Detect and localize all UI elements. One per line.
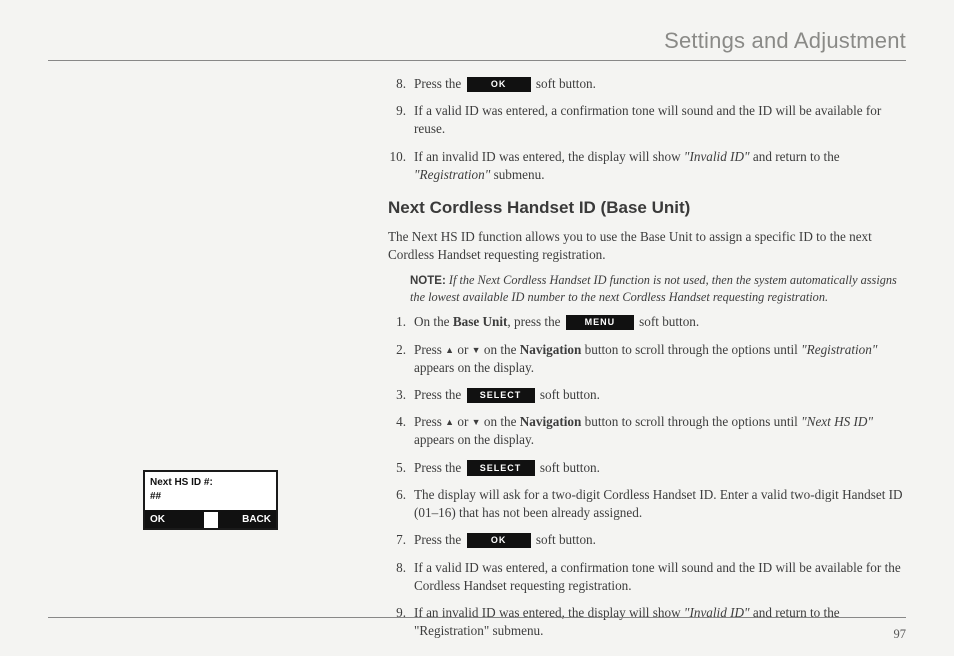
text: , press the — [507, 314, 563, 329]
step-9: 9. If a valid ID was entered, a confirma… — [388, 102, 906, 138]
text: soft button. — [537, 460, 600, 475]
select-soft-button-icon: SELECT — [467, 388, 535, 403]
step-text: Press ▲ or ▼ on the Navigation button to… — [414, 413, 906, 449]
text: on the — [481, 342, 520, 357]
text-bold: Navigation — [520, 342, 582, 357]
step-number: 8. — [388, 75, 414, 93]
step-number: 9. — [388, 604, 414, 640]
step-number: 6. — [388, 486, 414, 522]
step-5: 5. Press the SELECT soft button. — [388, 459, 906, 477]
step-1: 1. On the Base Unit, press the MENU soft… — [388, 313, 906, 331]
text: submenu. — [490, 167, 544, 182]
lcd-back-label: BACK — [218, 512, 277, 528]
step-8: 8. Press the OK soft button. — [388, 75, 906, 93]
ok-soft-button-icon: OK — [467, 77, 531, 92]
down-arrow-icon: ▼ — [472, 417, 481, 427]
text-italic: "Next HS ID" — [801, 414, 873, 429]
step-number: 9. — [388, 102, 414, 138]
step-text: On the Base Unit, press the MENU soft bu… — [414, 313, 906, 331]
step-number: 7. — [388, 531, 414, 549]
step-2: 2. Press ▲ or ▼ on the Navigation button… — [388, 341, 906, 377]
lcd-top: Next HS ID #: ## — [145, 472, 276, 510]
up-arrow-icon: ▲ — [445, 345, 454, 355]
step-number: 8. — [388, 559, 414, 595]
step-number: 1. — [388, 313, 414, 331]
content-area: Next HS ID #: ## OK BACK 8. Press the OK… — [48, 75, 906, 649]
text: appears on the display. — [414, 432, 534, 447]
lcd-softkeys: OK BACK — [145, 512, 276, 528]
lcd-line2: ## — [150, 490, 271, 504]
note-paragraph: NOTE: If the Next Cordless Handset ID fu… — [388, 272, 906, 313]
ok-soft-button-icon: OK — [467, 533, 531, 548]
up-arrow-icon: ▲ — [445, 417, 454, 427]
text-bold: Navigation — [520, 414, 582, 429]
select-soft-button-icon: SELECT — [467, 460, 535, 475]
section-header: Settings and Adjustment — [48, 28, 906, 54]
text: button to scroll through the options unt… — [581, 414, 801, 429]
step-text: If an invalid ID was entered, the displa… — [414, 148, 906, 184]
text: or — [454, 342, 472, 357]
lcd-ok-label: OK — [145, 512, 204, 528]
text: soft button. — [537, 387, 600, 402]
lcd-gap — [204, 512, 218, 528]
text: button to scroll through the options unt… — [581, 342, 801, 357]
text: On the — [414, 314, 453, 329]
text-italic: "Invalid ID" — [684, 149, 750, 164]
step-number: 2. — [388, 341, 414, 377]
bottom-rule — [48, 617, 906, 618]
menu-soft-button-icon: MENU — [566, 315, 634, 330]
left-column: Next HS ID #: ## OK BACK — [48, 75, 388, 595]
note-text: If the Next Cordless Handset ID function… — [410, 273, 897, 304]
lcd-display-illustration: Next HS ID #: ## OK BACK — [143, 470, 278, 530]
down-arrow-icon: ▼ — [472, 345, 481, 355]
text: Press the — [414, 387, 465, 402]
text: Press — [414, 342, 445, 357]
right-column: 8. Press the OK soft button. 9. If a val… — [388, 75, 906, 649]
page-number: 97 — [894, 627, 907, 642]
text: soft button. — [636, 314, 699, 329]
step-text: Press the OK soft button. — [414, 531, 906, 549]
text: appears on the display. — [414, 360, 534, 375]
text: Press the — [414, 460, 465, 475]
step-9b: 9. If an invalid ID was entered, the dis… — [388, 604, 906, 640]
top-step-list: 8. Press the OK soft button. 9. If a val… — [388, 75, 906, 184]
step-text: If a valid ID was entered, a confirmatio… — [414, 559, 906, 595]
step-8b: 8. If a valid ID was entered, a confirma… — [388, 559, 906, 595]
text-italic: "Registration" — [801, 342, 877, 357]
note-label: NOTE: — [410, 275, 446, 287]
step-text: Press the OK soft button. — [414, 75, 906, 93]
procedure-steps: 1. On the Base Unit, press the MENU soft… — [388, 313, 906, 640]
step-10: 10. If an invalid ID was entered, the di… — [388, 148, 906, 184]
text: If an invalid ID was entered, the displa… — [414, 149, 684, 164]
step-text: Press the SELECT soft button. — [414, 386, 906, 404]
step-3: 3. Press the SELECT soft button. — [388, 386, 906, 404]
step-number: 3. — [388, 386, 414, 404]
text: on the — [481, 414, 520, 429]
step-number: 4. — [388, 413, 414, 449]
text: Press the — [414, 76, 465, 91]
text-bold: Base Unit — [453, 314, 508, 329]
step-text: If a valid ID was entered, a confirmatio… — [414, 102, 906, 138]
text: soft button. — [533, 76, 596, 91]
step-number: 10. — [388, 148, 414, 184]
step-6: 6. The display will ask for a two-digit … — [388, 486, 906, 522]
text: or — [454, 414, 472, 429]
text: and return to the — [750, 149, 840, 164]
step-4: 4. Press ▲ or ▼ on the Navigation button… — [388, 413, 906, 449]
step-7: 7. Press the OK soft button. — [388, 531, 906, 549]
intro-paragraph: The Next HS ID function allows you to us… — [388, 228, 906, 264]
step-text: If an invalid ID was entered, the displa… — [414, 604, 906, 640]
top-rule — [48, 60, 906, 61]
subsection-heading: Next Cordless Handset ID (Base Unit) — [388, 196, 906, 219]
step-number: 5. — [388, 459, 414, 477]
lcd-line1: Next HS ID #: — [150, 476, 271, 490]
step-text: Press the SELECT soft button. — [414, 459, 906, 477]
text: Press the — [414, 532, 465, 547]
step-text: The display will ask for a two-digit Cor… — [414, 486, 906, 522]
text: soft button. — [533, 532, 596, 547]
text: Press — [414, 414, 445, 429]
step-text: Press ▲ or ▼ on the Navigation button to… — [414, 341, 906, 377]
text-italic: "Registration" — [414, 167, 490, 182]
